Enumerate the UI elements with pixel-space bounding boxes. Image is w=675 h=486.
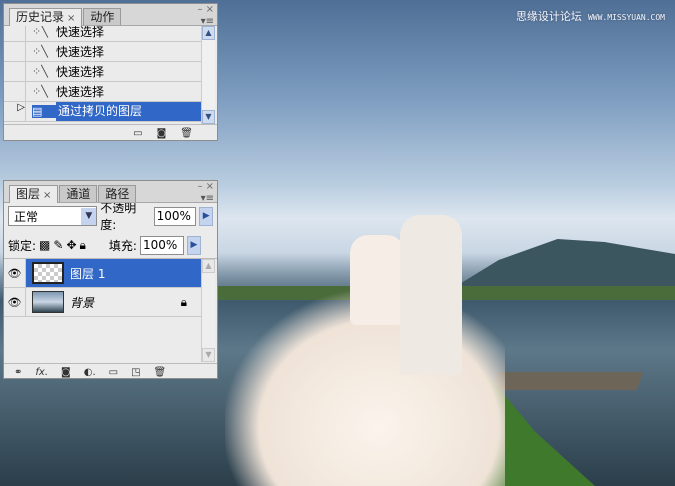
history-titlebar: 历史记录 × 动作 – × ▾≡ bbox=[4, 4, 217, 27]
new-layer-icon[interactable]: ◳ bbox=[131, 367, 140, 378]
layers-panel: 图层 × 通道 路径 – × ▾≡ 正常 ▼ 不透明度: 100% ▶ 锁定: ▩ … bbox=[3, 180, 218, 379]
history-state-slider-icon[interactable]: ▷ bbox=[4, 102, 26, 121]
fx-icon[interactable]: fx. bbox=[35, 367, 48, 378]
layers-scrollbar[interactable]: ▲ ▼ bbox=[201, 259, 215, 362]
lock-row: 锁定: ▩ ✎ ✥ 🔒︎ 填充: 100% ▶ bbox=[4, 232, 217, 258]
opacity-input[interactable]: 100% bbox=[153, 206, 197, 226]
layer-row[interactable]: 👁︎ 背景 🔒︎ bbox=[4, 288, 201, 317]
raft bbox=[491, 372, 644, 390]
tab-history[interactable]: 历史记录 × bbox=[9, 8, 83, 26]
adjustment-icon[interactable]: ◐. bbox=[84, 367, 96, 378]
layer-row[interactable]: 👁︎ 图层 1 bbox=[4, 259, 201, 288]
scroll-down-icon[interactable]: ▼ bbox=[202, 110, 215, 124]
eye-icon[interactable]: 👁︎ bbox=[4, 259, 26, 287]
blend-mode-select[interactable]: 正常 ▼ bbox=[8, 206, 98, 226]
snapshot-source-box[interactable] bbox=[4, 26, 26, 41]
minimize-close-icon[interactable]: – × bbox=[197, 4, 214, 15]
blend-mode-value: 正常 bbox=[14, 209, 39, 224]
layers-titlebar: 图层 × 通道 路径 – × ▾≡ bbox=[4, 181, 217, 204]
lock-transparency-icon[interactable]: ▩ bbox=[39, 238, 50, 252]
link-icon[interactable]: ⚭ bbox=[14, 367, 22, 378]
opacity-label: 不透明度: bbox=[100, 201, 137, 232]
history-item-label: 快速选择 bbox=[56, 45, 105, 59]
trash-icon[interactable]: 🗑 bbox=[180, 128, 193, 139]
tab-label: 路径 bbox=[105, 187, 130, 201]
scroll-down-icon[interactable]: ▼ bbox=[202, 348, 215, 362]
tab-channels[interactable]: 通道 bbox=[59, 185, 98, 202]
tab-layers[interactable]: 图层 × bbox=[9, 185, 59, 203]
watermark-text: 思缘设计论坛 bbox=[515, 10, 582, 23]
quick-selection-icon: ⁘╲ bbox=[32, 26, 48, 38]
lock-label: 锁定: bbox=[8, 238, 37, 253]
tab-label: 通道 bbox=[66, 187, 91, 201]
snapshot-source-box[interactable] bbox=[4, 62, 26, 81]
history-footer: ▭ ◙ 🗑 bbox=[4, 124, 217, 141]
history-item-label: 快速选择 bbox=[56, 26, 105, 39]
snapshot-source-box[interactable] bbox=[4, 82, 26, 101]
history-item-label: 快速选择 bbox=[56, 65, 105, 79]
quick-selection-icon: ⁘╲ bbox=[32, 65, 48, 78]
tab-paths[interactable]: 路径 bbox=[98, 185, 137, 202]
history-item[interactable]: ⁘╲ 快速选择 bbox=[4, 26, 201, 42]
layer-copy-icon: ▤ bbox=[32, 105, 56, 118]
scroll-up-icon[interactable]: ▲ bbox=[202, 26, 215, 40]
history-item[interactable]: ⁘╲ 快速选择 bbox=[4, 42, 201, 62]
mask-icon[interactable]: ◙ bbox=[61, 367, 71, 378]
scroll-up-icon[interactable]: ▲ bbox=[202, 259, 215, 273]
tab-label: 图层 bbox=[16, 187, 41, 201]
layer-name[interactable]: 背景 bbox=[70, 294, 181, 311]
group-icon[interactable]: ▭ bbox=[109, 367, 118, 378]
quick-selection-icon: ⁘╲ bbox=[32, 45, 48, 58]
watermark-url: WWW.MISSYUAN.COM bbox=[587, 13, 665, 22]
history-scrollbar[interactable]: ▲ ▼ bbox=[201, 26, 215, 124]
tab-actions[interactable]: 动作 bbox=[83, 8, 122, 25]
panel-menu-icon[interactable]: ▾≡ bbox=[201, 193, 214, 204]
tab-label: 历史记录 bbox=[16, 10, 65, 24]
history-item-label: 快速选择 bbox=[56, 85, 105, 99]
new-document-icon[interactable]: ▭ bbox=[133, 128, 142, 139]
layer-thumbnail bbox=[32, 262, 64, 284]
fill-input[interactable]: 100% bbox=[139, 235, 184, 255]
snapshot-source-box[interactable] bbox=[4, 42, 26, 61]
quick-selection-icon: ⁘╲ bbox=[32, 85, 48, 98]
lock-icon: 🔒︎ bbox=[180, 294, 187, 309]
layer-name[interactable]: 图层 1 bbox=[70, 265, 105, 282]
eye-icon[interactable]: 👁︎ bbox=[4, 288, 26, 316]
opacity-slider-button[interactable]: ▶ bbox=[199, 206, 213, 226]
history-panel: 历史记录 × 动作 – × ▾≡ ⁘╲ 快速选择 ⁘╲ 快速选择 ⁘╲ 快速选择 ⁘╲ 快… bbox=[3, 3, 218, 141]
layer-thumbnail bbox=[32, 291, 64, 313]
tab-label: 动作 bbox=[90, 10, 115, 24]
bride bbox=[350, 235, 405, 325]
lock-position-icon[interactable]: ✥ bbox=[66, 238, 76, 252]
history-item[interactable]: ⁘╲ 快速选择 bbox=[4, 62, 201, 82]
close-icon[interactable]: × bbox=[43, 190, 51, 201]
fill-slider-button[interactable]: ▶ bbox=[186, 235, 201, 255]
trash-icon[interactable]: 🗑 bbox=[154, 367, 167, 378]
snapshot-icon[interactable]: ◙ bbox=[157, 128, 167, 139]
history-item-selected[interactable]: ▷ ▤ 通过拷贝的图层 bbox=[4, 102, 201, 122]
layers-footer: ⚭ fx. ◙ ◐. ▭ ◳ 🗑 bbox=[4, 363, 217, 381]
watermark: 思缘设计论坛 WWW.MISSYUAN.COM bbox=[516, 8, 665, 24]
history-item-label: 通过拷贝的图层 bbox=[56, 102, 201, 121]
fill-label: 填充: bbox=[108, 238, 137, 253]
lock-pixels-icon[interactable]: ✎ bbox=[53, 238, 63, 252]
blend-row: 正常 ▼ 不透明度: 100% ▶ bbox=[4, 201, 217, 232]
history-item[interactable]: ⁘╲ 快速选择 bbox=[4, 82, 201, 102]
chevron-down-icon: ▼ bbox=[81, 207, 97, 225]
lock-all-icon[interactable]: 🔒︎ bbox=[80, 238, 86, 253]
minimize-close-icon[interactable]: – × bbox=[197, 181, 214, 192]
close-icon[interactable]: × bbox=[67, 13, 75, 24]
groom bbox=[400, 215, 462, 375]
